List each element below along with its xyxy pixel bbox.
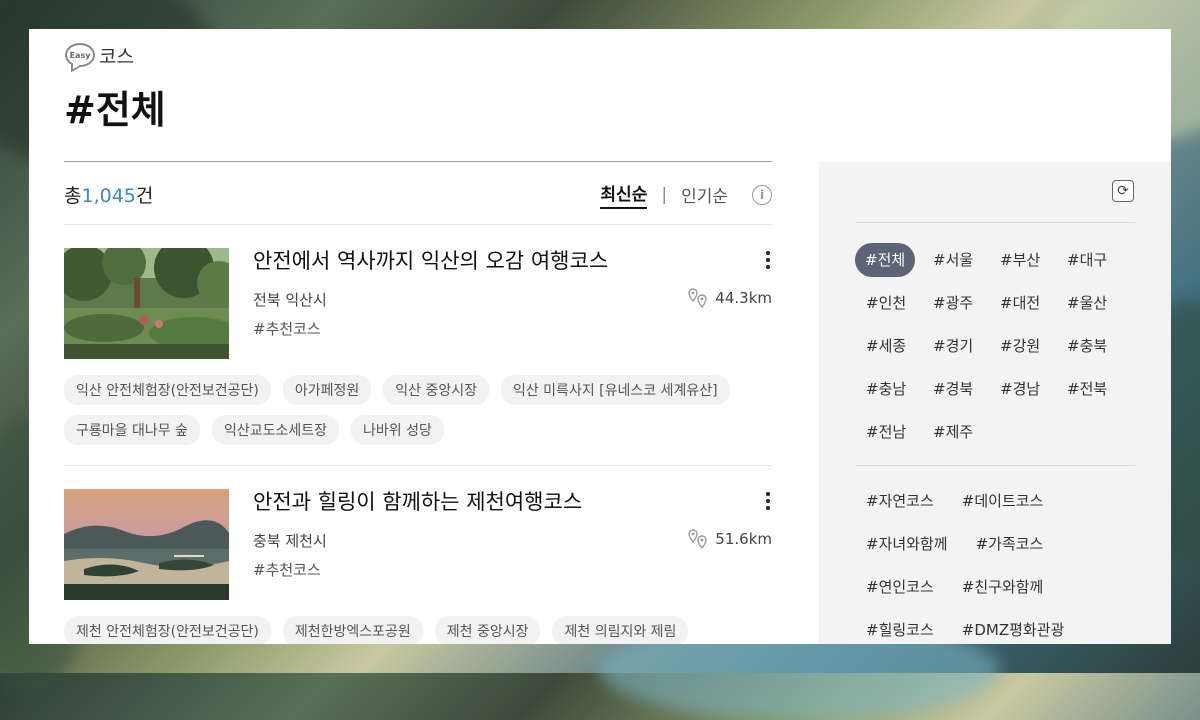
region-tag-all[interactable]: #전체 — [855, 243, 915, 277]
info-icon[interactable]: i — [752, 184, 772, 205]
spot-chip[interactable]: 익산 중앙시장 — [383, 375, 489, 405]
region-tag[interactable]: #부산 — [989, 243, 1056, 277]
spot-chip[interactable]: 제천 의림지와 제림 — [552, 616, 689, 644]
result-count: 총1,045건 — [64, 181, 153, 208]
spot-chip[interactable]: 제천 중앙시장 — [434, 616, 541, 644]
region-tag[interactable]: #경남 — [989, 372, 1056, 406]
theme-tag[interactable]: #자연코스 — [855, 484, 945, 518]
spot-chip[interactable]: 구룡마을 대나무 숲 — [64, 415, 200, 445]
garden-photo-icon — [64, 248, 229, 359]
theme-tag[interactable]: #DMZ평화관광 — [951, 613, 1076, 644]
course-thumbnail[interactable] — [64, 248, 229, 359]
sort-separator: | — [661, 184, 668, 205]
section-header: Easy 코스 — [65, 43, 134, 67]
easy-speech-bubble-icon: Easy — [65, 43, 95, 67]
route-pin-icon — [688, 288, 707, 309]
spot-chip[interactable]: 익산교도소세트장 — [211, 415, 339, 445]
filter-sidebar: ⟳ #전체 #서울 #부산 #대구 #인천 #광주 #대전 #울산 #세종 #경… — [819, 162, 1171, 644]
region-tag[interactable]: #경기 — [922, 329, 989, 363]
sort-latest-button[interactable]: 최신순 — [600, 180, 648, 209]
sort-options: 최신순 | 인기순 i — [600, 180, 772, 209]
theme-tag[interactable]: #데이트코스 — [951, 484, 1055, 518]
result-summary: 총1,045건 최신순 | 인기순 i — [64, 162, 772, 225]
region-tag[interactable]: #세종 — [855, 329, 922, 363]
spot-chip[interactable]: 아가페정원 — [282, 375, 372, 405]
region-tag[interactable]: #광주 — [922, 286, 989, 320]
course-card[interactable]: 안전에서 역사까지 익산의 오감 여행코스 전북 익산시 #추천코스 44.3k… — [64, 225, 772, 466]
region-tag[interactable]: #경북 — [922, 372, 989, 406]
count-suffix: 건 — [135, 185, 154, 207]
sort-popular-button[interactable]: 인기순 — [681, 182, 728, 207]
filter-divider — [855, 222, 1135, 223]
region-tag[interactable]: #대전 — [989, 286, 1056, 320]
spot-chip[interactable]: 제천 안전체험장(안전보건공단) — [64, 616, 271, 644]
region-tag[interactable]: #대구 — [1056, 243, 1123, 277]
region-tag[interactable]: #울산 — [1056, 286, 1123, 320]
course-card[interactable]: 안전과 힐링이 함께하는 제천여행코스 충북 제천시 #추천코스 51.6km … — [64, 466, 772, 644]
region-tag[interactable]: #강원 — [989, 329, 1056, 363]
section-label: 코스 — [99, 46, 134, 68]
course-distance: 44.3km — [687, 287, 772, 309]
route-pin-icon — [688, 529, 707, 550]
theme-tag[interactable]: #자녀와함께 — [855, 527, 959, 561]
course-tag[interactable]: #추천코스 — [253, 318, 321, 339]
theme-tag[interactable]: #힐링코스 — [855, 613, 945, 644]
more-options-icon[interactable] — [764, 251, 772, 269]
spot-chip[interactable]: 제천한방엑스포공원 — [282, 616, 423, 644]
course-title[interactable]: 안전에서 역사까지 익산의 오감 여행코스 — [253, 245, 608, 275]
count-prefix: 총 — [64, 185, 82, 207]
lake-sunset-photo-icon — [64, 489, 229, 600]
page-title: #전체 — [64, 88, 166, 132]
course-spots: 제천 안전체험장(안전보건공단) 제천한방엑스포공원 제천 중앙시장 제천 의림… — [64, 616, 772, 644]
region-tag[interactable]: #서울 — [922, 243, 989, 277]
region-tag[interactable]: #충남 — [855, 372, 922, 406]
course-distance: 51.6km — [687, 528, 772, 550]
course-title[interactable]: 안전과 힐링이 함께하는 제천여행코스 — [253, 486, 582, 516]
spot-chip[interactable]: 나바위 성당 — [351, 415, 444, 445]
theme-tag[interactable]: #친구와함께 — [951, 570, 1055, 604]
count-number: 1,045 — [81, 185, 136, 207]
theme-filter-list: #자연코스 #데이트코스 #자녀와함께 #가족코스 #연인코스 #친구와함께 #… — [855, 484, 1145, 644]
course-spots: 익산 안전체험장(안전보건공단) 아가페정원 익산 중앙시장 익산 미륵사지 [… — [64, 375, 772, 445]
theme-tag[interactable]: #연인코스 — [855, 570, 945, 604]
region-tag[interactable]: #전남 — [855, 415, 922, 449]
region-tag[interactable]: #충북 — [1056, 329, 1123, 363]
course-region: 전북 익산시 — [253, 291, 327, 309]
more-options-icon[interactable] — [764, 492, 772, 510]
region-tag[interactable]: #인천 — [855, 286, 922, 320]
filter-divider — [855, 465, 1135, 466]
spot-chip[interactable]: 익산 안전체험장(안전보건공단) — [64, 375, 271, 405]
course-region: 충북 제천시 — [253, 532, 327, 550]
course-tag[interactable]: #추천코스 — [253, 559, 321, 580]
spot-chip[interactable]: 익산 미륵사지 [유네스코 세계유산] — [500, 375, 730, 405]
distance-value: 44.3km — [715, 289, 772, 307]
region-filter-list: #전체 #서울 #부산 #대구 #인천 #광주 #대전 #울산 #세종 #경기 … — [855, 243, 1155, 449]
distance-value: 51.6km — [715, 530, 772, 548]
course-list: 총1,045건 최신순 | 인기순 i 안전에서 역사까지 익산의 오감 여행코… — [64, 161, 772, 644]
refresh-icon[interactable]: ⟳ — [1112, 180, 1134, 202]
region-tag[interactable]: #제주 — [922, 415, 989, 449]
course-panel: Easy 코스 #전체 총1,045건 최신순 | 인기순 i 안전에서 역사까… — [29, 29, 1171, 644]
course-thumbnail[interactable] — [64, 489, 229, 600]
theme-tag[interactable]: #가족코스 — [965, 527, 1055, 561]
region-tag[interactable]: #전북 — [1056, 372, 1123, 406]
